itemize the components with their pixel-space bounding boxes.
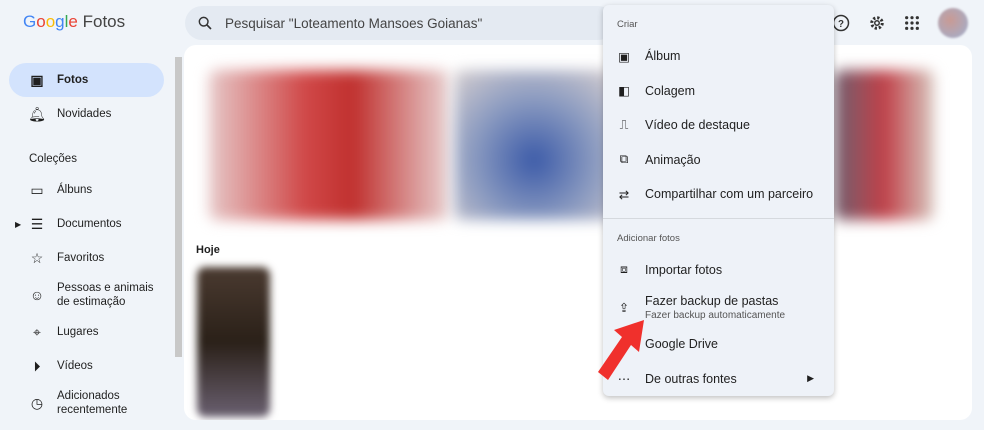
menu-label: Animação [645,152,701,167]
sidebar-item-favoritos[interactable]: ☆ Favoritos [9,241,164,275]
date-heading: Hoje [196,244,220,256]
nav-label: Favoritos [57,252,105,264]
collage-icon: ◧ [618,84,630,99]
search-placeholder: Pesquisar "Loteamento Mansoes Goianas" [225,15,483,31]
location-icon: ⌖ [33,323,41,340]
logo-letter: o [36,12,46,31]
nav-label: de estimação [57,296,126,308]
google-photos-logo[interactable]: Google Fotos [23,12,125,32]
album-icon: ▭ [30,181,44,198]
menu-label: Fazer backup de pastas [645,293,779,308]
menu-sublabel: Fazer backup automaticamente [645,309,786,321]
avatar[interactable] [938,8,968,38]
photo-icon: ▣ [30,71,44,88]
sidebar-scrollbar[interactable] [174,45,183,430]
album-icon: ▣ [618,49,630,64]
sidebar-item-fotos[interactable]: ▣ Fotos [9,63,164,97]
menu-item-album[interactable]: ▣ Álbum [603,39,834,74]
document-icon: ☰ [30,215,44,232]
menu-label: De outras fontes [645,371,737,386]
sidebar-item-lugares[interactable]: ⌖ Lugares [9,315,164,349]
sidebar-item-albuns[interactable]: ▭ Álbuns [9,173,164,207]
nav-label: Pessoas e animais [57,282,154,294]
nav-label: Documentos [57,218,122,230]
nav-label: Fotos [57,74,89,86]
animation-icon: ⧉ [619,152,629,167]
menu-item-colagem[interactable]: ◧ Colagem [603,74,834,109]
sidebar-item-recentes[interactable]: ◷ Adicionados recentemente [9,383,164,423]
help-icon[interactable]: ? [832,14,850,32]
search-input[interactable]: Pesquisar "Loteamento Mansoes Goianas" [185,6,615,40]
logo-letter: g [55,12,65,31]
expand-caret-icon[interactable]: ▶ [15,220,21,229]
collections-heading: Coleções [29,153,77,165]
photo-thumbnail[interactable] [197,267,270,417]
logo-letter: e [68,12,78,31]
menu-label: Compartilhar com um parceiro [645,187,814,202]
nav-label: Lugares [57,326,99,338]
menu-label: Importar fotos [645,262,723,277]
logo-letter: o [45,12,56,31]
nav-label: Álbuns [57,184,93,196]
menu-label: Google Drive [645,337,718,352]
menu-section-adicionar: Adicionar fotos [617,232,680,244]
nav-label: Novidades [57,108,112,120]
menu-label: Colagem [645,83,696,98]
apps-icon[interactable] [904,15,920,31]
sidebar-item-videos[interactable]: ⏵ Vídeos [9,349,164,383]
scrollbar-thumb[interactable] [175,57,182,357]
sidebar: ▣ Fotos 🔔︎ Novidades Coleções ▭ Álbuns ▶ ☰ Do… [0,55,172,423]
menu-section-criar: Criar [617,19,638,30]
logo-letter: G [23,12,37,31]
search-icon [198,16,212,30]
import-photos-icon: ⧈ [620,262,628,277]
menu-item-importar[interactable]: ⧈ Importar fotos [603,253,834,288]
star-icon: ☆ [30,249,44,266]
menu-item-compartilhar-parceiro[interactable]: ⇄ Compartilhar com um parceiro [603,177,834,212]
nav-label: Adicionados [57,390,120,402]
menu-item-video-destaque[interactable]: ⎍ Vídeo de destaque [603,108,834,143]
photo-grid: Hoje [184,45,972,420]
svg-text:?: ? [838,19,844,30]
folder-upload-icon: ⇪ [618,300,630,315]
menu-label: Álbum [645,49,681,64]
play-icon: ⏵ [33,357,41,374]
photo-thumbnail[interactable] [834,70,934,220]
partner-share-icon: ⇄ [618,187,630,202]
submenu-arrow-icon: ▶ [807,373,814,384]
settings-icon[interactable] [868,14,886,32]
clapperboard-icon: ⎍ [619,117,629,132]
menu-item-animacao[interactable]: ⧉ Animação [603,143,834,178]
logo-suffix: Fotos [82,12,126,31]
sidebar-item-pessoas[interactable]: ☺ Pessoas e animais de estimação [9,275,164,315]
photo-thumbnail[interactable] [454,70,614,220]
clock-icon: ◷ [30,395,44,411]
face-icon: ☺ [29,287,45,303]
menu-label: Vídeo de destaque [645,118,750,133]
sidebar-item-novidades[interactable]: 🔔︎ Novidades [9,97,164,131]
photo-thumbnail[interactable] [209,70,449,220]
nav-label: recentemente [57,404,128,416]
red-arrow-annotation [598,320,644,380]
bell-icon: 🔔︎ [28,105,46,122]
sidebar-item-documentos[interactable]: ▶ ☰ Documentos [9,207,164,241]
nav-label: Vídeos [57,360,93,372]
